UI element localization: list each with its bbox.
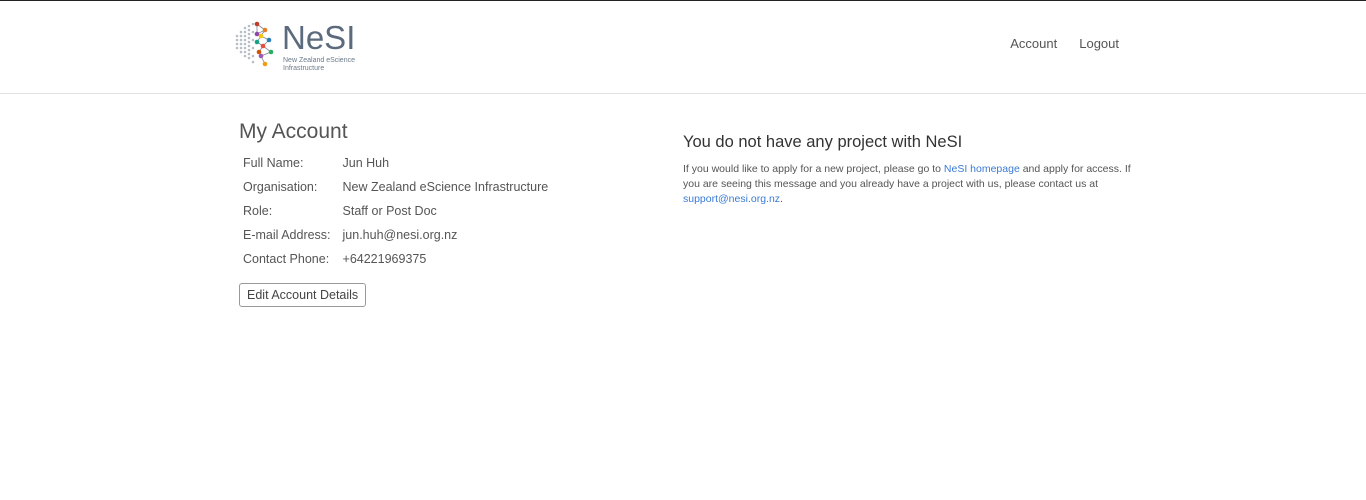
detail-value: New Zealand eScience Infrastructure [342, 180, 549, 194]
project-notice: You do not have any project with NeSI If… [683, 131, 1133, 207]
detail-row-phone: Contact Phone: +64221969375 [240, 247, 557, 271]
nav-account-link[interactable]: Account [1010, 35, 1057, 53]
nav-logout-link[interactable]: Logout [1079, 35, 1119, 53]
notice-text: If you would like to apply for a new pro… [683, 162, 1131, 207]
nesi-logo-mark-icon [235, 21, 274, 67]
logo-tagline-line2: Infrastructure [283, 65, 325, 72]
detail-value: Staff or Post Doc [342, 204, 437, 218]
edit-account-details-button[interactable]: Edit Account Details [239, 283, 367, 307]
page-title: My Account [239, 120, 348, 143]
detail-row-full-name: Full Name: Jun Huh [240, 151, 557, 175]
detail-label: Full Name: [243, 156, 304, 170]
notice-text-part1: If you would like to apply for a new pro… [683, 163, 944, 175]
logo-tagline: New Zealand eScience Infrastructure [283, 57, 373, 73]
top-nav: Account Logout [1010, 35, 1119, 53]
notice-title: You do not have any project with NeSI [683, 133, 963, 151]
logo-tagline-line1: New Zealand eScience [283, 57, 355, 64]
detail-row-organisation: Organisation: New Zealand eScience Infra… [240, 175, 557, 199]
logo-wordmark: NeSI [282, 19, 356, 56]
detail-label: Role: [243, 204, 273, 218]
detail-label: E-mail Address: [243, 228, 331, 242]
account-panel: My Account Full Name: Jun Huh Organisati… [239, 118, 659, 307]
account-details-table: Full Name: Jun Huh Organisation: New Zea… [240, 151, 557, 271]
site-header: NeSI New Zealand eScience Infrastructure… [0, 1, 1366, 94]
nesi-logo[interactable]: NeSI New Zealand eScience Infrastructure [234, 19, 364, 75]
detail-value: jun.huh@nesi.org.nz [342, 228, 458, 242]
detail-row-role: Role: Staff or Post Doc [240, 199, 557, 223]
detail-row-email: E-mail Address: jun.huh@nesi.org.nz [240, 223, 557, 247]
support-email-link[interactable]: support@nesi.org.nz [683, 193, 780, 205]
detail-label: Contact Phone: [243, 252, 330, 266]
detail-value: +64221969375 [342, 252, 427, 266]
nesi-homepage-link[interactable]: NeSI homepage [944, 163, 1020, 175]
detail-value: Jun Huh [342, 156, 390, 170]
notice-text-part3: . [780, 193, 783, 205]
detail-label: Organisation: [243, 180, 318, 194]
